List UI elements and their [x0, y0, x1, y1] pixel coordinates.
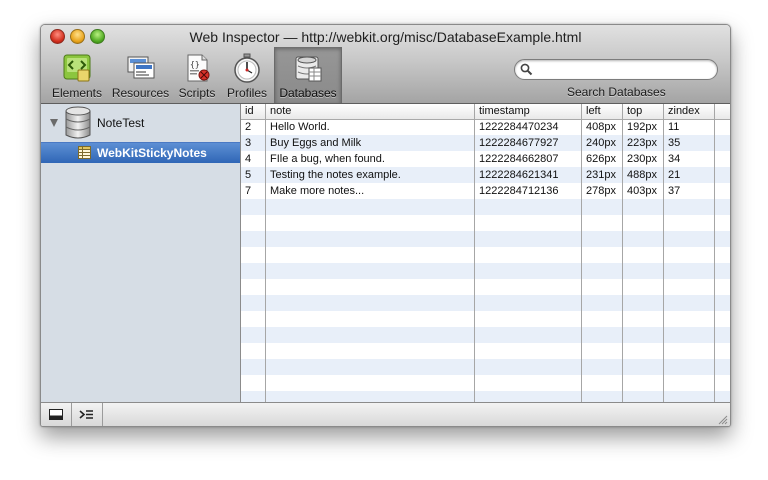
search-input[interactable] [537, 61, 709, 77]
cell-id: 5 [245, 169, 252, 181]
search-caption: Search Databases [567, 85, 666, 99]
database-icon [65, 106, 91, 139]
cell-timestamp: 1222284677927 [479, 137, 559, 149]
console-toggle-button[interactable] [72, 403, 103, 426]
search-icon [520, 63, 533, 76]
sidebar-table-item[interactable]: WebKitStickyNotes [41, 142, 240, 163]
resources-icon [127, 56, 154, 79]
toolbar-scripts-button[interactable]: {} Scripts [175, 50, 219, 100]
cell-note: Hello World. [270, 121, 330, 133]
table-row[interactable]: 5 Testing the notes example. 12222846213… [241, 167, 730, 183]
toolbar-elements-label: Elements [51, 86, 103, 100]
cell-note: Make more notes... [270, 185, 365, 197]
console-icon [79, 410, 93, 419]
column-header-left[interactable]: left [582, 104, 622, 119]
cell-left: 278px [586, 185, 616, 197]
cell-zindex: 37 [668, 185, 681, 197]
table-header: id note timestamp left top zindex [241, 104, 730, 120]
toolbar-databases-button[interactable]: Databases [274, 47, 342, 103]
dock-toggle-button[interactable] [41, 403, 72, 426]
status-bar [41, 402, 730, 426]
table-row[interactable]: 7 Make more notes... 1222284712136 278px… [241, 183, 730, 199]
web-inspector-window: Web Inspector — http://webkit.org/misc/D… [40, 24, 731, 427]
cell-timestamp: 1222284662807 [479, 153, 559, 165]
cell-left: 408px [586, 121, 616, 133]
toolbar-profiles-button[interactable]: Profiles [224, 50, 270, 100]
database-name: NoteTest [97, 116, 145, 130]
cell-zindex: 11 [668, 121, 680, 133]
table-row[interactable]: 2 Hello World. 1222284470234 408px 192px… [241, 119, 730, 135]
cell-left: 240px [586, 137, 616, 149]
cell-left: 231px [586, 169, 616, 181]
column-header-id[interactable]: id [241, 104, 265, 119]
toolbar-scripts-label: Scripts [178, 86, 216, 100]
window-title: Web Inspector — http://webkit.org/misc/D… [189, 29, 582, 45]
column-divider[interactable] [581, 104, 582, 402]
cell-id: 2 [245, 121, 252, 133]
cell-zindex: 35 [668, 137, 681, 149]
database-table-view: id note timestamp left top zindex 2 Hell… [241, 104, 730, 402]
cell-note: Testing the notes example. [270, 169, 401, 181]
disclosure-triangle-icon[interactable] [50, 119, 58, 127]
column-divider[interactable] [714, 104, 715, 402]
cell-zindex: 21 [668, 169, 681, 181]
svg-text:{}: {} [190, 60, 200, 69]
toolbar-elements-button[interactable]: Elements [46, 50, 108, 100]
cell-timestamp: 1222284621341 [479, 169, 559, 181]
cell-id: 7 [245, 185, 252, 197]
cell-id: 4 [245, 153, 252, 165]
scripts-icon: {} [187, 54, 210, 82]
cell-top: 488px [627, 169, 657, 181]
toolbar-profiles-label: Profiles [226, 86, 267, 100]
cell-left: 626px [586, 153, 616, 165]
cell-top: 192px [627, 121, 657, 133]
column-header-top[interactable]: top [623, 104, 663, 119]
cell-top: 230px [627, 153, 657, 165]
cell-top: 403px [627, 185, 657, 197]
cell-note: FIle a bug, when found. [270, 153, 385, 165]
column-divider[interactable] [265, 104, 266, 402]
toolbar-resources-label: Resources [111, 86, 170, 100]
table-row[interactable]: 4 FIle a bug, when found. 1222284662807 … [241, 151, 730, 167]
column-header-note[interactable]: note [266, 104, 474, 119]
table-name: WebKitStickyNotes [97, 146, 207, 160]
column-header-timestamp[interactable]: timestamp [475, 104, 581, 119]
elements-icon [63, 54, 91, 82]
toolbar: Web Inspector — http://webkit.org/misc/D… [41, 25, 730, 104]
cell-top: 223px [627, 137, 657, 149]
column-divider[interactable] [663, 104, 664, 402]
table-icon [78, 146, 91, 159]
cell-timestamp: 1222284470234 [479, 121, 559, 133]
cell-timestamp: 1222284712136 [479, 185, 559, 197]
sidebar-database-item[interactable]: NoteTest [41, 104, 240, 142]
column-divider[interactable] [622, 104, 623, 402]
table-row[interactable]: 3 Buy Eggs and Milk 1222284677927 240px … [241, 135, 730, 151]
databases-icon [295, 56, 322, 82]
toolbar-resources-button[interactable]: Resources [108, 50, 173, 100]
cell-id: 3 [245, 137, 252, 149]
resize-grip-icon[interactable] [717, 414, 728, 425]
search-field[interactable] [514, 59, 718, 80]
column-divider[interactable] [474, 104, 475, 402]
column-header-zindex[interactable]: zindex [664, 104, 714, 119]
sidebar: NoteTest WebKitStickyNotes [41, 104, 241, 402]
cell-note: Buy Eggs and Milk [270, 137, 362, 149]
toolbar-databases-label: Databases [279, 86, 337, 100]
dock-icon [49, 409, 63, 420]
profiles-icon [234, 53, 260, 83]
cell-zindex: 34 [668, 153, 681, 165]
